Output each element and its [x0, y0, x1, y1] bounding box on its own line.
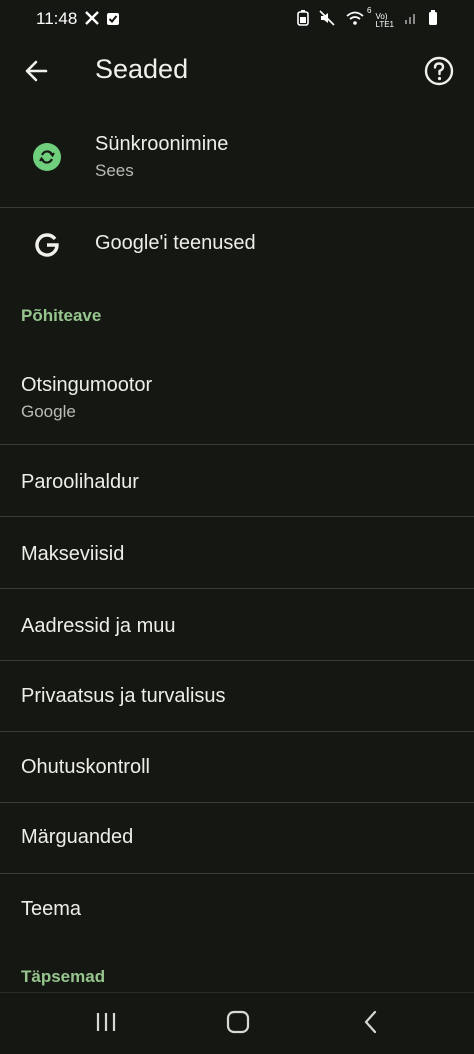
home-button[interactable]	[221, 1007, 255, 1037]
back-nav-button[interactable]	[355, 1007, 389, 1037]
system-nav-bar	[0, 992, 474, 1054]
recent-apps-button[interactable]	[89, 1007, 123, 1037]
mute-icon	[319, 10, 336, 31]
payment-methods-row[interactable]: Makseviisid	[0, 517, 474, 588]
safety-check-title: Ohutuskontroll	[21, 756, 150, 778]
sync-subtitle: Sees	[95, 161, 134, 180]
theme-row[interactable]: Teema	[0, 874, 474, 944]
google-services-title: Google'i teenused	[95, 232, 256, 254]
sync-row[interactable]: Sünkroonimine Sees	[0, 115, 474, 205]
search-engine-title: Otsingumootor	[21, 374, 153, 396]
recent-apps-icon	[96, 1013, 116, 1031]
check-square-icon	[106, 12, 120, 31]
section-basics-header: Põhiteave	[21, 306, 102, 325]
back-button[interactable]	[20, 54, 54, 88]
signal-icon	[404, 11, 418, 30]
payment-methods-title: Makseviisid	[21, 543, 125, 565]
volte-icon: Vo) LTE1	[375, 12, 394, 29]
back-nav-icon	[364, 1010, 377, 1034]
battery-icon	[428, 10, 438, 31]
status-time: 11:48	[36, 9, 78, 28]
addresses-row[interactable]: Aadressid ja muu	[0, 589, 474, 660]
battery-saver-icon	[297, 10, 310, 31]
notifications-row[interactable]: Märguanded	[0, 803, 474, 873]
search-engine-row[interactable]: Otsingumootor Google	[0, 350, 474, 443]
safety-check-row[interactable]: Ohutuskontroll	[0, 732, 474, 802]
password-manager-row[interactable]: Paroolihaldur	[0, 445, 474, 516]
privacy-security-row[interactable]: Privaatsus ja turvalisus	[0, 661, 474, 731]
theme-title: Teema	[21, 898, 82, 920]
addresses-title: Aadressid ja muu	[21, 615, 176, 637]
wifi-icon: 6	[345, 6, 371, 31]
wifi-label: 6	[367, 6, 372, 15]
section-advanced-header: Täpsemad	[21, 967, 106, 986]
help-icon	[424, 56, 454, 86]
google-services-row[interactable]: Google'i teenused	[0, 208, 474, 280]
google-g-icon	[33, 230, 61, 258]
sync-title: Sünkroonimine	[95, 133, 229, 155]
lte-label: LTE1	[375, 19, 394, 29]
privacy-security-title: Privaatsus ja turvalisus	[21, 685, 226, 707]
page-title: Seaded	[95, 54, 189, 84]
x-icon	[84, 10, 100, 31]
notifications-title: Märguanded	[21, 826, 134, 848]
app-bar: Seaded	[0, 40, 474, 102]
help-button[interactable]	[422, 54, 456, 88]
sync-icon	[33, 143, 61, 171]
arrow-back-icon	[25, 60, 48, 82]
home-icon	[226, 1010, 250, 1034]
search-engine-subtitle: Google	[21, 402, 76, 421]
status-bar: 11:48 6 Vo) LTE1	[0, 0, 474, 40]
password-manager-title: Paroolihaldur	[21, 471, 139, 493]
